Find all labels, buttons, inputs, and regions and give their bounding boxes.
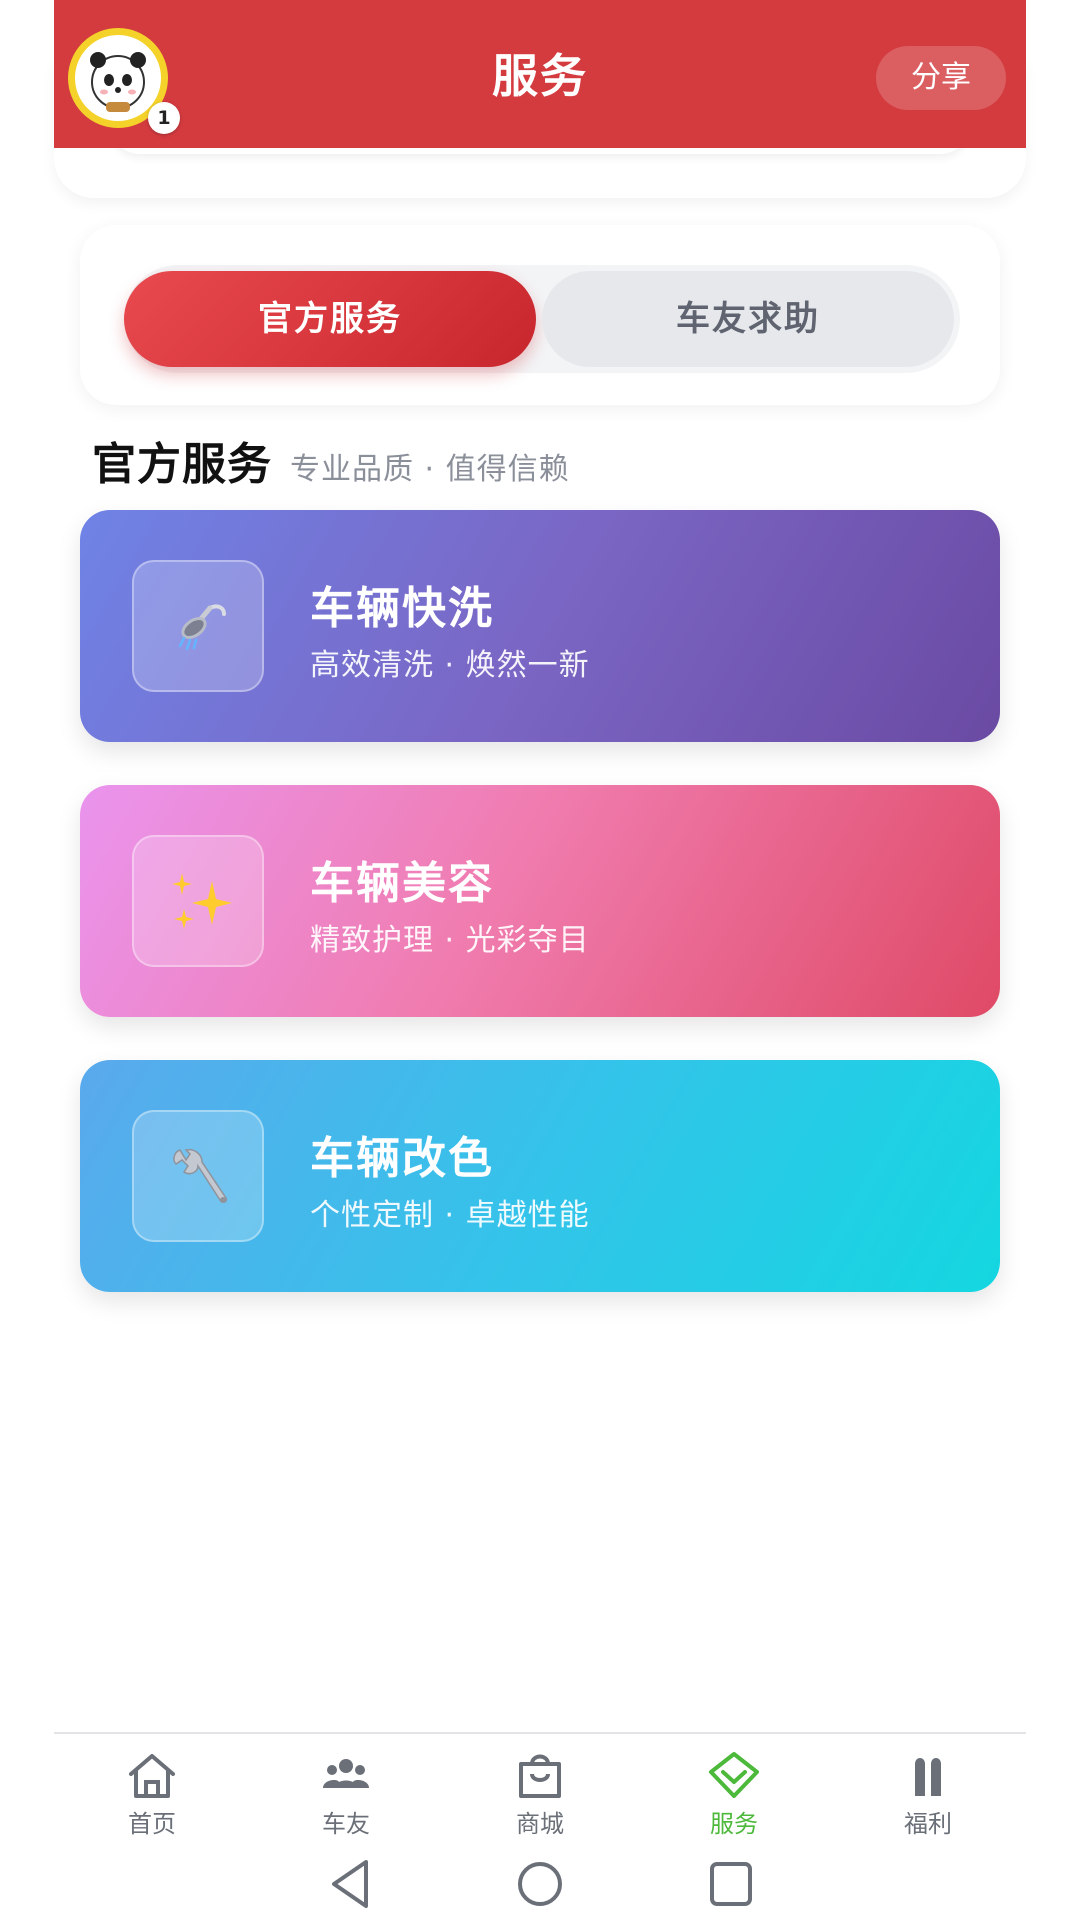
nav-label: 车友	[322, 1810, 370, 1838]
service-card-quick-wash[interactable]: 车辆快洗 高效清洗 · 焕然一新	[80, 510, 1000, 742]
share-button[interactable]: 分享	[876, 46, 1006, 110]
service-subtitle: 个性定制 · 卓越性能	[310, 1198, 590, 1233]
nav-item-friends[interactable]: 车友	[286, 1750, 406, 1850]
tab-friend-help[interactable]: 车友求助	[542, 271, 954, 367]
recents-square-icon[interactable]	[708, 1858, 754, 1910]
top-header: 1 服务 分享	[54, 0, 1026, 148]
benefits-icon	[915, 1758, 941, 1796]
nav-label: 商城	[516, 1810, 564, 1838]
service-title: 车辆快洗	[310, 583, 494, 634]
home-icon	[129, 1754, 175, 1798]
bottom-nav: 首页 车友 商城 服务 福利	[54, 1732, 1026, 1852]
service-card-detailing[interactable]: 车辆美容 精致护理 · 光彩夺目	[80, 785, 1000, 1017]
nav-item-home[interactable]: 首页	[92, 1750, 212, 1850]
section-subtitle: 专业品质 · 值得信赖	[290, 452, 570, 487]
section-title: 官方服务	[92, 439, 272, 490]
nav-item-mall[interactable]: 商城	[480, 1750, 600, 1850]
nav-label: 福利	[904, 1810, 952, 1838]
home-circle-icon[interactable]	[516, 1858, 564, 1910]
sparkles-icon	[172, 873, 232, 929]
service-icon-box	[132, 835, 264, 967]
service-icon-box	[132, 1110, 264, 1242]
service-icon-box	[132, 560, 264, 692]
service-tab-card: 官方服务 车友求助	[80, 225, 1000, 405]
service-subtitle: 精致护理 · 光彩夺目	[310, 923, 590, 958]
service-title: 车辆美容	[310, 858, 494, 909]
nav-label: 首页	[128, 1810, 176, 1838]
back-icon[interactable]	[328, 1858, 372, 1910]
system-nav-bar	[54, 1850, 1026, 1920]
app-screen: 1 服务 分享 官方服务 车友求助 官方服务 专业品质 · 值得信赖 车辆快洗 …	[0, 0, 1080, 1920]
nav-item-service[interactable]: 服务	[674, 1750, 794, 1850]
shopping-bag-icon	[519, 1754, 561, 1798]
service-title: 车辆改色	[310, 1133, 494, 1184]
nav-item-benefits[interactable]: 福利	[868, 1750, 988, 1850]
segmented-control: 官方服务 车友求助	[124, 265, 960, 373]
service-subtitle: 高效清洗 · 焕然一新	[310, 648, 590, 683]
service-card-recolor[interactable]: 车辆改色 个性定制 · 卓越性能	[80, 1060, 1000, 1292]
service-diamond-icon	[709, 1752, 759, 1798]
friends-icon	[323, 1759, 369, 1788]
nav-label: 服务	[710, 1810, 758, 1838]
app-frame: 1 服务 分享 官方服务 车友求助 官方服务 专业品质 · 值得信赖 车辆快洗 …	[54, 0, 1026, 1920]
wrench-icon	[173, 1148, 228, 1203]
shower-icon	[178, 604, 226, 651]
tab-official-service[interactable]: 官方服务	[124, 271, 536, 367]
